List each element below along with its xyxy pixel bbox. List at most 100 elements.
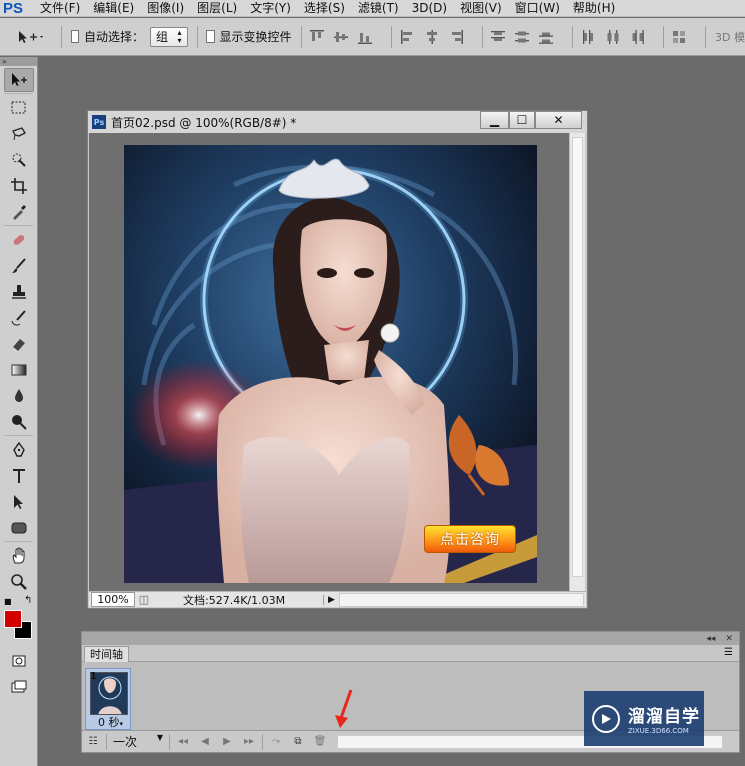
scroll-thumb[interactable] [572,137,583,577]
distribute-top-icon[interactable] [491,30,506,44]
default-colors-icon[interactable]: ■ [4,597,12,606]
history-brush-icon [11,310,26,326]
brush-tool[interactable] [4,254,34,278]
eraser-icon [12,339,25,351]
chevron-down-icon: ▼ [156,733,163,742]
type-icon [12,469,25,483]
hand-tool[interactable] [4,544,34,568]
type-tool[interactable] [4,464,34,488]
foreground-color-swatch[interactable] [4,610,22,628]
path-select-icon [13,495,23,509]
move-icon [11,73,27,86]
show-transform-checkbox[interactable] [206,30,215,43]
pen-tool[interactable] [4,438,34,462]
screen-mode-tool[interactable] [4,675,34,699]
quick-select-tool[interactable] [4,148,34,172]
first-frame-button[interactable]: ◂◂ [172,732,194,752]
panel-menu-icon[interactable]: ☰ [724,647,733,658]
separator [4,93,33,94]
status-arrow-icon[interactable]: ▶ [323,594,339,605]
menu-file[interactable]: 文件(F) [40,0,80,17]
blur-tool[interactable] [4,384,34,408]
align-bottom-icon[interactable] [358,30,373,44]
move-tool-preset-icon[interactable] [16,29,44,45]
auto-align-icon[interactable] [672,30,686,44]
auto-select-label: 自动选择： [83,30,144,44]
menu-type[interactable]: 文字(Y) [250,0,291,17]
menu-help[interactable]: 帮助(H) [573,0,615,17]
canvas-area[interactable]: 点击咨询 [89,133,569,591]
auto-select-dropdown[interactable]: 组 ▴ ▾ [149,26,188,47]
eraser-tool[interactable] [4,332,34,356]
align-hcenter-icon[interactable] [425,29,439,44]
menu-window[interactable]: 窗口(W) [515,0,560,17]
separator [106,733,107,750]
tween-button[interactable]: ⤳ [265,732,287,752]
menu-image[interactable]: 图像(I) [147,0,184,17]
status-menu-icon[interactable]: ◫ [135,593,153,606]
distribute-vcenter-icon[interactable] [515,30,530,44]
crop-tool[interactable] [4,174,34,198]
align-left-icon[interactable] [400,29,415,44]
menu-3d[interactable]: 3D(D) [412,0,447,17]
collapse-icon[interactable]: ◂◂ [706,634,715,644]
prev-frame-button[interactable]: ◀ [194,732,216,752]
zoom-icon [10,574,27,590]
path-select-tool[interactable] [4,490,34,514]
document-title: 首页02.psd @ 100%(RGB/8#) * [111,115,297,130]
eyedropper-tool[interactable] [4,200,34,224]
align-vcenter-icon[interactable] [334,30,349,44]
delete-frame-button[interactable]: 🗑 [309,732,331,752]
dodge-tool[interactable] [4,410,34,434]
close-button[interactable]: ✕ [535,111,582,129]
3d-mode-label: 3D 模 [715,30,745,44]
distribute-hcenter-icon[interactable] [606,29,620,44]
horizontal-scrollbar[interactable] [338,592,584,607]
tab-timeline[interactable]: 时间轴 [84,646,129,662]
play-button[interactable]: ▶ [216,732,238,752]
distribute-bottom-icon[interactable] [539,30,554,44]
align-top-icon[interactable] [310,29,325,44]
separator [481,25,483,48]
document-titlebar[interactable]: Ps 首页02.psd @ 100%(RGB/8#) * ▁ ☐ ✕ [88,111,587,133]
frame-delay[interactable]: 0 秒▾ [98,714,123,730]
menu-view[interactable]: 视图(V) [460,0,502,17]
menu-edit[interactable]: 编辑(E) [93,0,134,17]
menu-layer[interactable]: 图层(L) [197,0,237,17]
shape-tool[interactable] [4,516,34,540]
ps-file-icon: Ps [92,115,106,129]
drop-icon [14,389,23,402]
maximize-button[interactable]: ☐ [509,111,535,129]
panel-grip[interactable]: » [0,57,37,66]
distribute-left-icon[interactable] [582,29,596,44]
next-frame-button[interactable]: ▸▸ [238,732,260,752]
lasso-tool[interactable] [4,122,34,146]
loop-select[interactable]: 一次 ▼ [109,733,167,750]
menu-select[interactable]: 选择(S) [304,0,345,17]
duplicate-frame-button[interactable]: ⧉ [287,732,309,752]
zoom-tool[interactable] [4,570,34,594]
gradient-tool[interactable] [4,358,34,382]
swap-colors-icon[interactable]: ↰ [24,595,32,606]
zoom-field[interactable]: 100% [91,592,135,607]
panel-header: ◂◂ ✕ [82,632,739,645]
marquee-tool[interactable] [4,96,34,120]
align-right-icon[interactable] [449,29,463,44]
healing-brush-tool[interactable] [4,228,34,252]
vertical-scrollbar[interactable] [569,133,585,591]
close-panel-icon[interactable]: ✕ [725,634,733,644]
stamp-tool[interactable] [4,280,34,304]
auto-select-checkbox[interactable] [70,30,79,43]
separator [391,25,392,48]
separator [705,25,706,48]
quick-mask-tool[interactable] [4,649,34,673]
menu-filter[interactable]: 滤镜(T) [358,0,399,17]
minimize-button[interactable]: ▁ [480,111,509,129]
separator [572,25,573,48]
convert-timeline-button[interactable]: ☷ [82,732,104,752]
animation-frame[interactable]: 1 0 秒▾ [85,668,131,730]
dodge-icon [11,415,27,430]
move-tool[interactable] [3,68,34,92]
distribute-right-icon[interactable] [630,29,644,44]
history-brush-tool[interactable] [4,306,34,330]
